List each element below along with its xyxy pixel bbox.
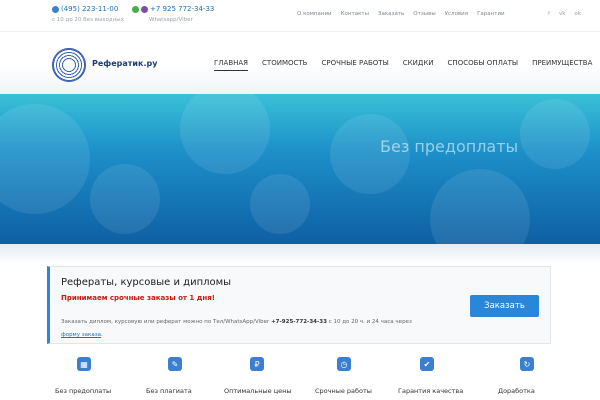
nav-item-payment[interactable]: СПОСОБЫ ОПЛАТЫ (448, 59, 519, 71)
top-links: О компании Контакты Заказать Отзывы Усло… (297, 11, 505, 17)
feature-label: Гарантия качества (398, 387, 464, 395)
info-text-start: Заказать диплом, курсовую или реферат мо… (61, 319, 272, 325)
feature-quality-guarantee[interactable]: ✔ Гарантия качества (398, 357, 478, 395)
feature-label: Без плагиата (146, 387, 192, 395)
refresh-icon: ↻ (520, 357, 534, 371)
working-hours: с 10 до 20 без выходных (52, 17, 124, 23)
top-contact-bar: (495) 223-11-00 с 10 до 20 без выходных … (0, 0, 600, 32)
feature-label: Доработка (498, 387, 535, 395)
info-body: Заказать диплом, курсовую или реферат мо… (61, 316, 412, 342)
thumbs-up-icon: ✔ (420, 357, 434, 371)
info-text-tail: . (101, 332, 103, 338)
odnoklassniki-icon[interactable]: ok (574, 11, 581, 17)
banner-shadow (0, 244, 600, 264)
calculator-icon: ▦ (77, 357, 91, 371)
urgent-notice: Принимаем срочные заказы от 1 дня! (61, 294, 215, 302)
top-link-order[interactable]: Заказать (378, 11, 404, 17)
social-links: f vk ok (548, 11, 581, 17)
bokeh-decoration (90, 164, 160, 234)
facebook-icon[interactable]: f (548, 11, 550, 17)
nav-item-urgent[interactable]: СРОЧНЫЕ РАБОТЫ (321, 59, 388, 71)
bokeh-decoration (0, 104, 90, 214)
feature-no-plagiarism[interactable]: ✎ Без плагиата (146, 357, 226, 395)
top-link-terms[interactable]: Условия (445, 11, 468, 17)
main-nav: ГЛАВНАЯ СТОИМОСТЬ СРОЧНЫЕ РАБОТЫ СКИДКИ … (214, 59, 592, 71)
bokeh-decoration (250, 174, 310, 234)
site-header: Рефератик.ру ГЛАВНАЯ СТОИМОСТЬ СРОЧНЫЕ Р… (0, 32, 600, 94)
top-link-reviews[interactable]: Отзывы (413, 11, 435, 17)
ruble-icon: ₽ (250, 357, 264, 371)
phone-number[interactable]: (495) 223-11-00 (61, 5, 118, 13)
order-info-box: Рефераты, курсовые и дипломы Принимаем с… (47, 266, 551, 344)
top-link-guarantees[interactable]: Гарантии (477, 11, 505, 17)
banner-headline: Без предоплаты (380, 137, 519, 156)
feature-label: Оптимальные цены (224, 387, 292, 395)
messenger-label: Whatsapp/Viber (149, 17, 193, 23)
nav-item-home[interactable]: ГЛАВНАЯ (214, 59, 249, 71)
vk-icon[interactable]: vk (559, 11, 565, 17)
feature-no-prepayment[interactable]: ▦ Без предоплаты (55, 357, 135, 395)
top-link-about[interactable]: О компании (297, 11, 332, 17)
whatsapp-icon (132, 5, 139, 13)
logo-icon[interactable] (52, 48, 86, 82)
feature-optimal-prices[interactable]: ₽ Оптимальные цены (224, 357, 304, 395)
phone-contact[interactable]: (495) 223-11-00 с 10 до 20 без выходных (52, 5, 124, 23)
nav-item-pricing[interactable]: СТОИМОСТЬ (262, 59, 307, 71)
nav-item-discounts[interactable]: СКИДКИ (403, 59, 434, 71)
mobile-number[interactable]: +7 925 772-34-33 (150, 5, 214, 13)
info-text-end: с 10 до 20 ч. и 24 часа через (326, 319, 412, 325)
info-title: Рефераты, курсовые и дипломы (61, 277, 232, 288)
order-button[interactable]: Заказать (470, 295, 539, 317)
feature-label: Без предоплаты (55, 387, 112, 395)
feature-urgent-works[interactable]: ◷ Срочные работы (315, 357, 395, 395)
logo-text[interactable]: Рефератик.ру (92, 59, 157, 68)
feature-revisions[interactable]: ↻ Доработка (498, 357, 578, 395)
order-form-link[interactable]: форму заказа (61, 332, 101, 338)
mobile-contact[interactable]: +7 925 772-34-33 Whatsapp/Viber (132, 5, 214, 23)
nav-item-advantages[interactable]: ПРЕИМУЩЕСТВА (532, 59, 592, 71)
pencil-icon: ✎ (168, 357, 182, 371)
feature-label: Срочные работы (315, 387, 372, 395)
clock-icon: ◷ (337, 357, 351, 371)
bokeh-decoration (520, 99, 590, 169)
bokeh-decoration (180, 94, 270, 174)
phone-icon (52, 5, 59, 13)
bokeh-decoration (430, 169, 530, 244)
hero-banner: Без предоплаты (0, 94, 600, 244)
info-phone: +7-925-772-34-33 (271, 319, 327, 325)
top-link-contacts[interactable]: Контакты (341, 11, 369, 17)
viber-icon (141, 5, 148, 13)
